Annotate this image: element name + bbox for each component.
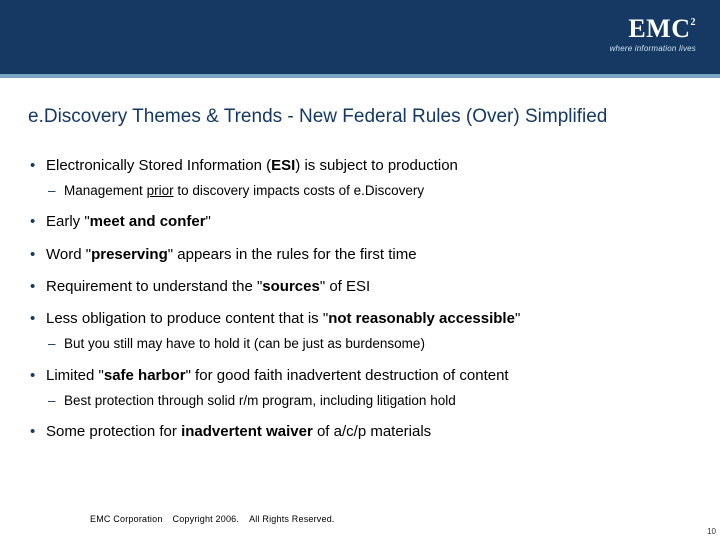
sub-list: Best protection through solid r/m progra… (46, 392, 692, 410)
emc-logo: EMC2 (610, 16, 696, 42)
sub-best-protection: Best protection through solid r/m progra… (46, 392, 692, 410)
footer-rights: All Rights Reserved. (249, 514, 335, 524)
brand-block: EMC2 where information lives (610, 16, 696, 53)
header-bar: EMC2 where information lives (0, 0, 720, 74)
sub-management-prior: Management prior to discovery impacts co… (46, 182, 692, 200)
bullet-meet-confer: Early "meet and confer" (28, 212, 692, 232)
bullet-safe-harbor: Limited "safe harbor" for good faith ina… (28, 366, 692, 410)
bullet-inadvertent-waiver: Some protection for inadvertent waiver o… (28, 422, 692, 442)
footer-company: EMC Corporation (90, 514, 163, 524)
text-bold: sources (262, 278, 320, 295)
text-bold: ESI (271, 157, 295, 174)
text-bold: safe harbor (104, 367, 186, 384)
brand-tagline: where information lives (610, 44, 696, 53)
text: " (206, 213, 211, 230)
text: Limited " (46, 367, 104, 384)
text: to discovery impacts costs of e.Discover… (174, 183, 425, 198)
footer-copyright: Copyright 2006. (173, 514, 240, 524)
text-underline: prior (147, 183, 174, 198)
text-bold: preserving (91, 246, 168, 263)
text: Electronically Stored Information ( (46, 157, 271, 174)
bullet-preserving: Word "preserving" appears in the rules f… (28, 245, 692, 265)
text: Some protection for (46, 423, 181, 440)
page-number: 10 (707, 527, 716, 536)
text: Requirement to understand the " (46, 278, 262, 295)
sub-still-hold: But you still may have to hold it (can b… (46, 335, 692, 353)
text: Less obligation to produce content that … (46, 310, 328, 327)
text-bold: inadvertent waiver (181, 423, 313, 440)
sub-list: But you still may have to hold it (can b… (46, 335, 692, 353)
text-bold: not reasonably accessible (328, 310, 515, 327)
text: " of ESI (320, 278, 370, 295)
bullet-esi: Electronically Stored Information (ESI) … (28, 156, 692, 200)
text: Word " (46, 246, 91, 263)
text: " for good faith inadvertent destruction… (186, 367, 509, 384)
text: " appears in the rules for the first tim… (168, 246, 417, 263)
sub-list: Management prior to discovery impacts co… (46, 182, 692, 200)
text: of a/c/p materials (313, 423, 431, 440)
footer: EMC Corporation Copyright 2006. All Rights… (90, 514, 335, 524)
text: ) is subject to production (295, 157, 458, 174)
logo-text: EMC (628, 14, 690, 43)
bullet-not-accessible: Less obligation to produce content that … (28, 309, 692, 353)
content-area: e.Discovery Themes & Trends - New Federa… (0, 78, 720, 442)
text: Early " (46, 213, 90, 230)
bullet-sources: Requirement to understand the "sources" … (28, 277, 692, 297)
text: Management (64, 183, 147, 198)
bullet-list: Electronically Stored Information (ESI) … (28, 156, 692, 442)
slide: EMC2 where information lives e.Discovery… (0, 0, 720, 540)
logo-superscript: 2 (691, 17, 697, 28)
text: " (515, 310, 520, 327)
slide-title: e.Discovery Themes & Trends - New Federa… (28, 106, 692, 128)
text-bold: meet and confer (90, 213, 206, 230)
